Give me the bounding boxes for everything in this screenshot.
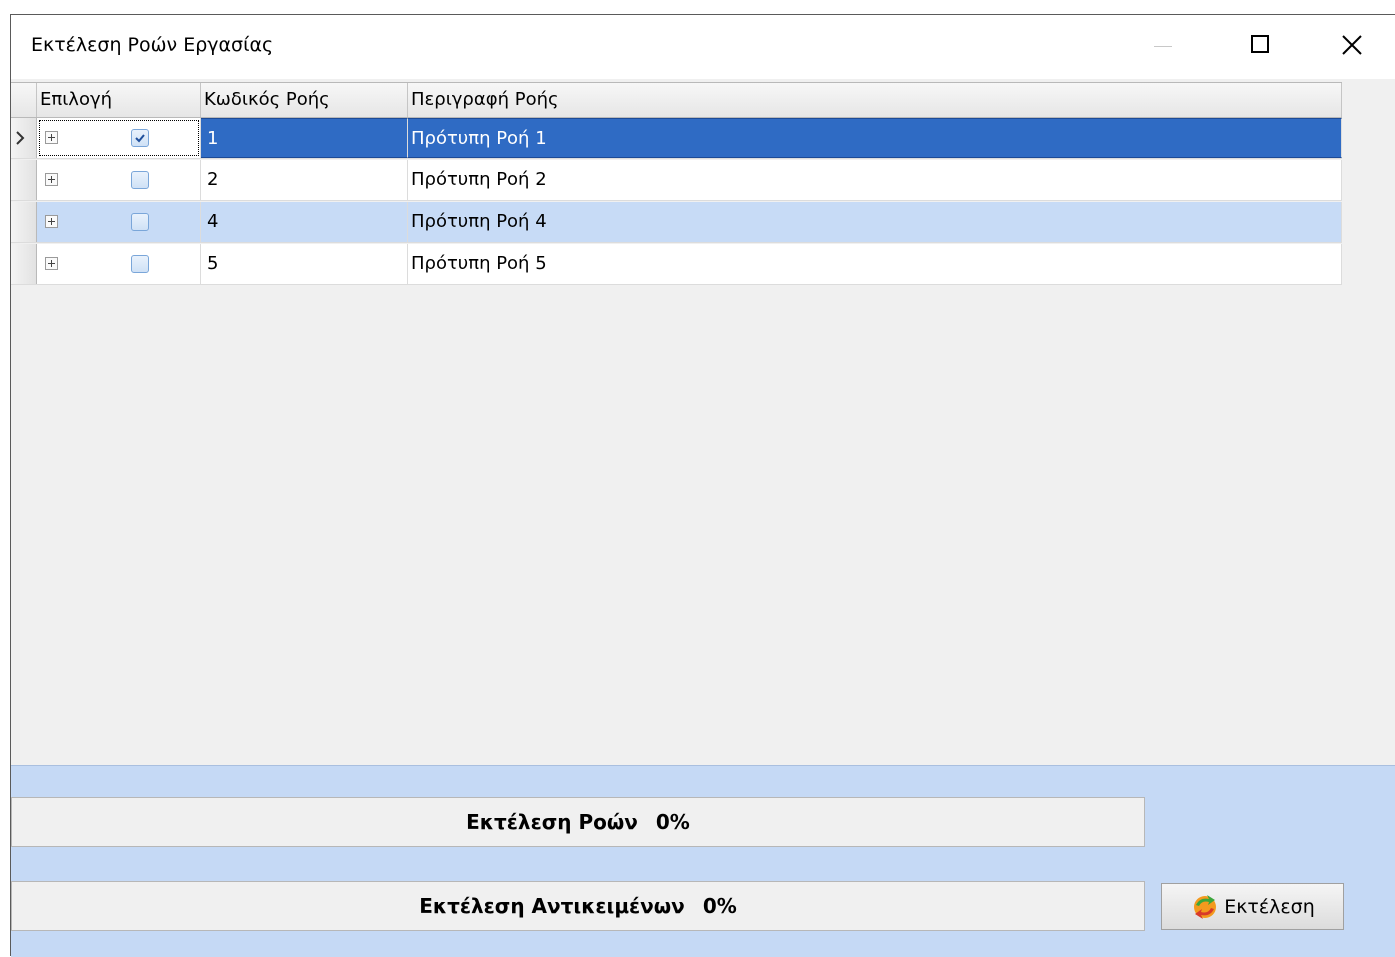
maximize-button[interactable] [1215,15,1307,79]
objects-progress-value: 0% [702,894,737,918]
flows-progress-bar: Εκτέλεση Ροών 0% [11,797,1145,847]
expand-plus-icon[interactable] [45,173,58,186]
expand-plus-icon[interactable] [45,257,58,270]
code-cell[interactable]: 5 [201,244,408,284]
column-header-description[interactable]: Περιγραφή Ροής [408,83,1342,117]
grid-header: Επιλογή Κωδικός Ροής Περιγραφή Ροής [11,82,1342,118]
row-checkbox[interactable] [131,213,149,231]
column-header-select[interactable]: Επιλογή [37,83,201,117]
objects-progress-bar: Εκτέλεση Αντικειμένων 0% [11,881,1145,931]
bottom-panel: Εκτέλεση Ροών 0% Εκτέλεση Αντικειμένων 0% … [11,765,1395,957]
objects-progress-label: Εκτέλεση Αντικειμένων [419,894,685,918]
minimize-button[interactable] [1117,15,1209,79]
table-row[interactable]: 1 Πρότυπη Ροή 1 [11,118,1342,159]
code-cell[interactable]: 1 [201,118,408,158]
description-cell[interactable]: Πρότυπη Ροή 4 [408,202,1342,242]
maximize-icon [1251,35,1269,53]
row-header[interactable] [11,118,37,158]
expand-plus-icon[interactable] [45,215,58,228]
close-button[interactable] [1307,15,1395,79]
select-cell [37,160,201,200]
select-cell [37,244,201,284]
row-header[interactable] [11,202,37,242]
row-checkbox[interactable] [131,255,149,273]
description-cell[interactable]: Πρότυπη Ροή 2 [408,160,1342,200]
title-bar: Εκτέλεση Ροών Εργασίας [11,15,1395,79]
row-header[interactable] [11,160,37,200]
expand-plus-icon[interactable] [45,131,58,144]
row-checkbox[interactable] [131,171,149,189]
row-header[interactable] [11,244,37,284]
run-icon [1194,894,1217,919]
code-cell[interactable]: 2 [201,160,408,200]
table-row[interactable]: 5 Πρότυπη Ροή 5 [11,244,1342,285]
run-button[interactable]: Εκτέλεση [1161,883,1344,930]
close-icon [1342,35,1362,55]
description-cell[interactable]: Πρότυπη Ροή 5 [408,244,1342,284]
checkbox-icon [135,134,145,143]
code-cell[interactable]: 4 [201,202,408,242]
select-cell [37,118,201,158]
workflow-execution-window: Εκτέλεση Ροών Εργασίας Επιλογή Κωδικός Ρ… [10,14,1395,957]
select-cell [37,202,201,242]
workflow-grid[interactable]: Επιλογή Κωδικός Ροής Περιγραφή Ροής 1 Πρ… [11,79,1395,765]
row-checkbox[interactable] [131,129,149,147]
run-button-label: Εκτέλεση [1224,895,1315,918]
column-header-code[interactable]: Κωδικός Ροής [201,83,408,117]
minimize-icon [1154,46,1172,47]
window-title: Εκτέλεση Ροών Εργασίας [31,34,274,56]
flows-progress-label: Εκτέλεση Ροών [466,810,638,834]
row-indicator-arrow-icon [16,131,25,145]
header-indicator-cell [11,83,37,117]
table-row[interactable]: 2 Πρότυπη Ροή 2 [11,160,1342,201]
description-cell[interactable]: Πρότυπη Ροή 1 [408,118,1342,158]
flows-progress-value: 0% [655,810,690,834]
table-row[interactable]: 4 Πρότυπη Ροή 4 [11,202,1342,243]
